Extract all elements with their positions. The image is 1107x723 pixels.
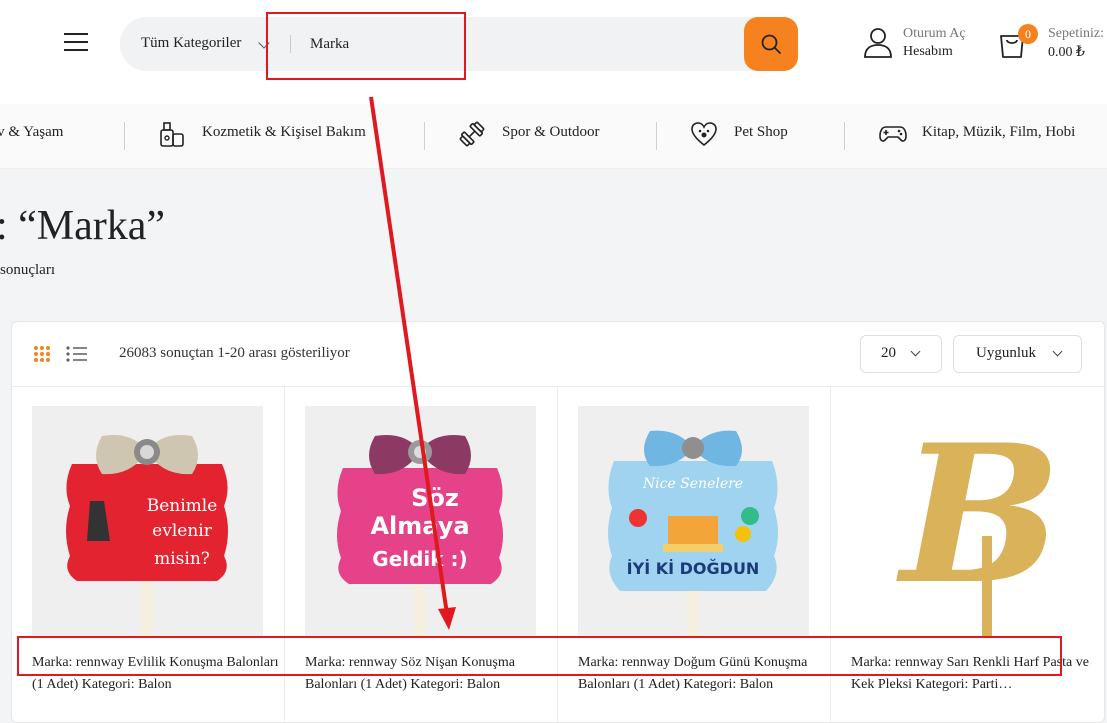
svg-text:Benimle: Benimle	[147, 496, 218, 516]
svg-text:Nice Senelere: Nice Senelere	[642, 476, 743, 492]
highlight-box-products	[17, 636, 1062, 676]
category-select[interactable]: Tüm Kategoriler	[141, 35, 241, 52]
svg-text:İYİ Kİ DOĞDUN: İYİ Kİ DOĞDUN	[627, 559, 760, 578]
cosmetics-icon	[160, 122, 184, 147]
chevron-down-icon	[1052, 346, 1063, 357]
sort-value: Uygunluk	[976, 345, 1036, 361]
site-header: Tüm Kategoriler Oturum Aç Hesabım 0 Sepe…	[0, 0, 1107, 104]
highlight-box-search	[266, 12, 466, 80]
result-count: 26083 sonuçtan 1-20 arası gösteriliyor	[119, 345, 350, 361]
grid-view-icon[interactable]	[33, 345, 51, 363]
svg-text:Almaya: Almaya	[370, 512, 469, 540]
user-icon	[864, 28, 892, 58]
svg-text:B: B	[896, 406, 1062, 626]
menu-icon[interactable]	[64, 33, 88, 53]
cart-count-badge: 0	[1018, 24, 1038, 44]
per-page-select[interactable]: 20	[860, 335, 942, 373]
search-button[interactable]	[744, 17, 798, 71]
svg-text:Söz: Söz	[411, 484, 459, 512]
results-toolbar: 26083 sonuçtan 1-20 arası gösteriliyor 2…	[12, 322, 1104, 387]
per-page-value: 20	[881, 345, 896, 361]
category-divider	[424, 122, 425, 150]
page-title: : “Marka”	[0, 203, 166, 249]
category-nav: Ev & Yaşam Kozmetik & Kişisel Bakım Spor…	[0, 104, 1107, 169]
product-image[interactable]: Nice Senelere İYİ Kİ DOĞDUN	[578, 406, 809, 636]
page-subtitle: sonuçları	[0, 262, 55, 278]
account-login-label: Oturum Aç	[903, 26, 966, 41]
category-divider	[124, 122, 125, 150]
svg-text:misin?: misin?	[154, 549, 210, 569]
cart-total: 0.00 ₺	[1048, 45, 1085, 60]
pet-heart-icon	[691, 122, 717, 147]
dumbbell-icon	[459, 121, 485, 147]
svg-text:evlenir: evlenir	[152, 521, 213, 541]
search-icon	[761, 34, 781, 54]
product-image[interactable]: Söz Almaya Geldik :)	[305, 406, 536, 636]
category-label: Kitap, Müzik, Film, Hobi	[922, 124, 1076, 140]
sort-select[interactable]: Uygunluk	[953, 335, 1082, 373]
chevron-down-icon	[910, 346, 921, 357]
list-view-icon[interactable]	[66, 345, 88, 363]
account-label: Hesabım	[903, 44, 953, 59]
product-image[interactable]: B	[851, 406, 1082, 636]
svg-text:Geldik :): Geldik :)	[372, 547, 467, 571]
product-image[interactable]: Benimle evlenir misin?	[32, 406, 263, 636]
category-label: Pet Shop	[734, 124, 788, 140]
gamepad-icon	[879, 126, 907, 142]
category-divider	[656, 122, 657, 150]
category-divider	[844, 122, 845, 150]
cart-label: Sepetiniz:	[1048, 26, 1104, 41]
category-label: Kozmetik & Kişisel Bakım	[202, 124, 366, 140]
category-ev-yasam[interactable]: Ev & Yaşam	[0, 124, 63, 141]
category-label: Spor & Outdoor	[502, 124, 600, 140]
